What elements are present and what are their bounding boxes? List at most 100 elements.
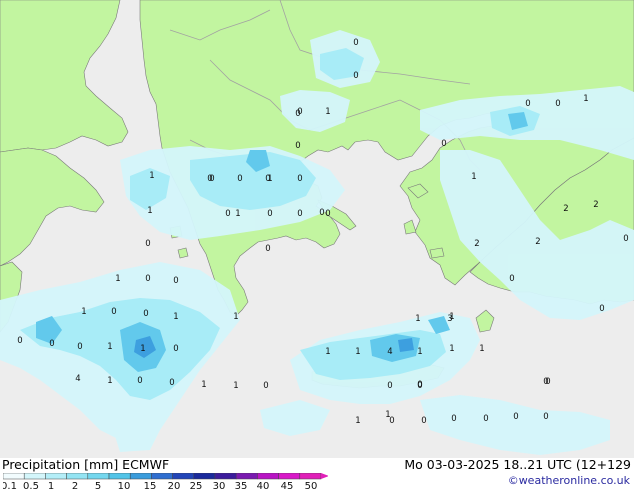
precip-value-label: 0 <box>513 412 518 422</box>
scale-color-box <box>23 473 46 480</box>
scale-color-box <box>45 473 67 480</box>
precip-value-label: 0 <box>319 208 324 218</box>
precip-value-label: 0 <box>173 276 178 286</box>
scale-tick-label: 5 <box>95 481 101 490</box>
precip-value-label: 0 <box>421 416 426 426</box>
precip-value-label: 0 <box>483 414 488 424</box>
precip-value-label: 0 <box>111 307 116 317</box>
precip-value-label: 1 <box>173 312 178 322</box>
precip-value-label: 1 <box>449 344 454 354</box>
scale-color-box <box>3 473 25 480</box>
scale-tick-label: 50 <box>305 481 318 490</box>
scale-tick-label: 45 <box>281 481 294 490</box>
precip-value-label: 0 <box>265 244 270 254</box>
precip-value-label: 0 <box>145 274 150 284</box>
scale-tick-label: 1 <box>48 481 54 490</box>
precip-value-label: 1 <box>233 312 238 322</box>
precip-value-label: 2 <box>563 204 568 214</box>
scale-color-box <box>235 473 258 480</box>
precip-value-label: 0 <box>545 377 550 387</box>
precip-value-label: 0 <box>145 239 150 249</box>
precip-value-label: 0 <box>509 274 514 284</box>
precip-value-label: 0 <box>143 309 148 319</box>
scale-tick-label: 15 <box>144 481 157 490</box>
precip-value-label: 1 <box>201 380 206 390</box>
footer-bar: Precipitation [mm] ECMWF Mo 03-03-2025 1… <box>0 458 634 490</box>
precip-value-label: 1 <box>471 172 476 182</box>
precip-value-label: 0 <box>77 342 82 352</box>
precip-value-label: 0 <box>525 99 530 109</box>
precip-value-label: 0 <box>417 380 422 390</box>
precip-value-label: 0 <box>295 109 300 119</box>
precip-value-label: 0 <box>265 174 270 184</box>
precip-value-label: 1 <box>355 416 360 426</box>
precip-value-label: 1 <box>140 344 145 354</box>
precip-value-label: 1 <box>479 344 484 354</box>
precip-value-label: 0 <box>353 38 358 48</box>
precip-value-label: 0 <box>325 209 330 219</box>
precip-value-label: 0 <box>173 344 178 354</box>
precipitation-map: 0 0 0 1 0 1 0 0 1 0 1 0 0 1 0 0 1 0 0 0 1 0 0 1 1 0 0 0 1 1 0 1 1 4 1 1 1 1 1 4… <box>0 0 634 458</box>
scale-tick-label: 25 <box>190 481 203 490</box>
scale-tick-label: 40 <box>257 481 270 490</box>
precip-value-label: 0 <box>441 139 446 149</box>
precip-value-label: 1 <box>81 307 86 317</box>
scale-color-box <box>257 473 279 480</box>
credit-link[interactable]: ©weatheronline.co.uk <box>508 475 630 487</box>
precip-value-label: 1 <box>325 347 330 357</box>
scale-color-box <box>214 473 237 480</box>
scale-tick-label: 30 <box>213 481 226 490</box>
precip-value-label: 0 <box>543 412 548 422</box>
precip-value-label: 1 <box>417 347 422 357</box>
map-stage: 0001010010100100100010011000110114111114… <box>0 0 634 490</box>
precip-value-label: 0 <box>207 174 212 184</box>
precip-value-label: 4 <box>75 374 80 384</box>
precip-value-label: 0 <box>169 378 174 388</box>
scale-color-box <box>87 473 110 480</box>
precip-value-label: 2 <box>474 239 479 249</box>
scale-tick-label: 2 <box>72 481 78 490</box>
precip-value-label: 0 <box>353 71 358 81</box>
precip-value-label: 0 <box>267 209 272 219</box>
precip-value-label: 2 <box>593 200 598 210</box>
precip-value-label: 0 <box>17 336 22 346</box>
scale-tick-label: 20 <box>168 481 181 490</box>
precip-value-label: 1 <box>115 274 120 284</box>
precip-value-label: 0 <box>137 376 142 386</box>
scale-boxes <box>3 473 328 480</box>
map-title: Precipitation [mm] ECMWF <box>2 457 170 472</box>
precip-value-label: 4 <box>387 347 392 357</box>
precip-value-label: 1 <box>107 376 112 386</box>
scale-overflow-arrow <box>321 473 328 479</box>
scale-color-box <box>299 473 322 480</box>
scale-tick-label: 0.5 <box>23 481 39 490</box>
scale-color-box <box>151 473 173 480</box>
precip-value-label: 1 <box>583 94 588 104</box>
precip-value-label: 0 <box>387 381 392 391</box>
precip-value-label: 1 <box>149 171 154 181</box>
precip-value-label: 0 <box>49 339 54 349</box>
scale-color-box <box>172 473 195 480</box>
precip-value-label: 0 <box>237 174 242 184</box>
scale-tick-label: 35 <box>235 481 248 490</box>
scale-color-box <box>108 473 131 480</box>
precip-value-label: 0 <box>451 414 456 424</box>
precip-value-label: 1 <box>325 107 330 117</box>
precip-value-label: 0 <box>555 99 560 109</box>
precip-value-label: 1 <box>235 209 240 219</box>
precip-value-label: 0 <box>225 209 230 219</box>
scale-tick-label: 0.1 <box>3 481 17 490</box>
precip-value-label: 3 <box>447 314 452 324</box>
precip-value-label: 0 <box>297 174 302 184</box>
precip-value-label: 1 <box>147 206 152 216</box>
precip-value-label: 0 <box>297 209 302 219</box>
scale-color-box <box>193 473 216 480</box>
scale-color-box <box>129 473 152 480</box>
precip-value-label: 0 <box>623 234 628 244</box>
precip-value-label: 1 <box>355 347 360 357</box>
precip-value-label: 0 <box>263 381 268 391</box>
color-scale-legend: 0.1 0.5 1 2 5 10 15 20 25 30 35 40 45 50 <box>3 473 328 490</box>
scale-labels: 0.1 0.5 1 2 5 10 15 20 25 30 35 40 45 50 <box>3 481 317 490</box>
precip-value-label: 1 <box>385 410 390 420</box>
valid-time: Mo 03-03-2025 18..21 UTC (12+129 <box>404 457 631 472</box>
